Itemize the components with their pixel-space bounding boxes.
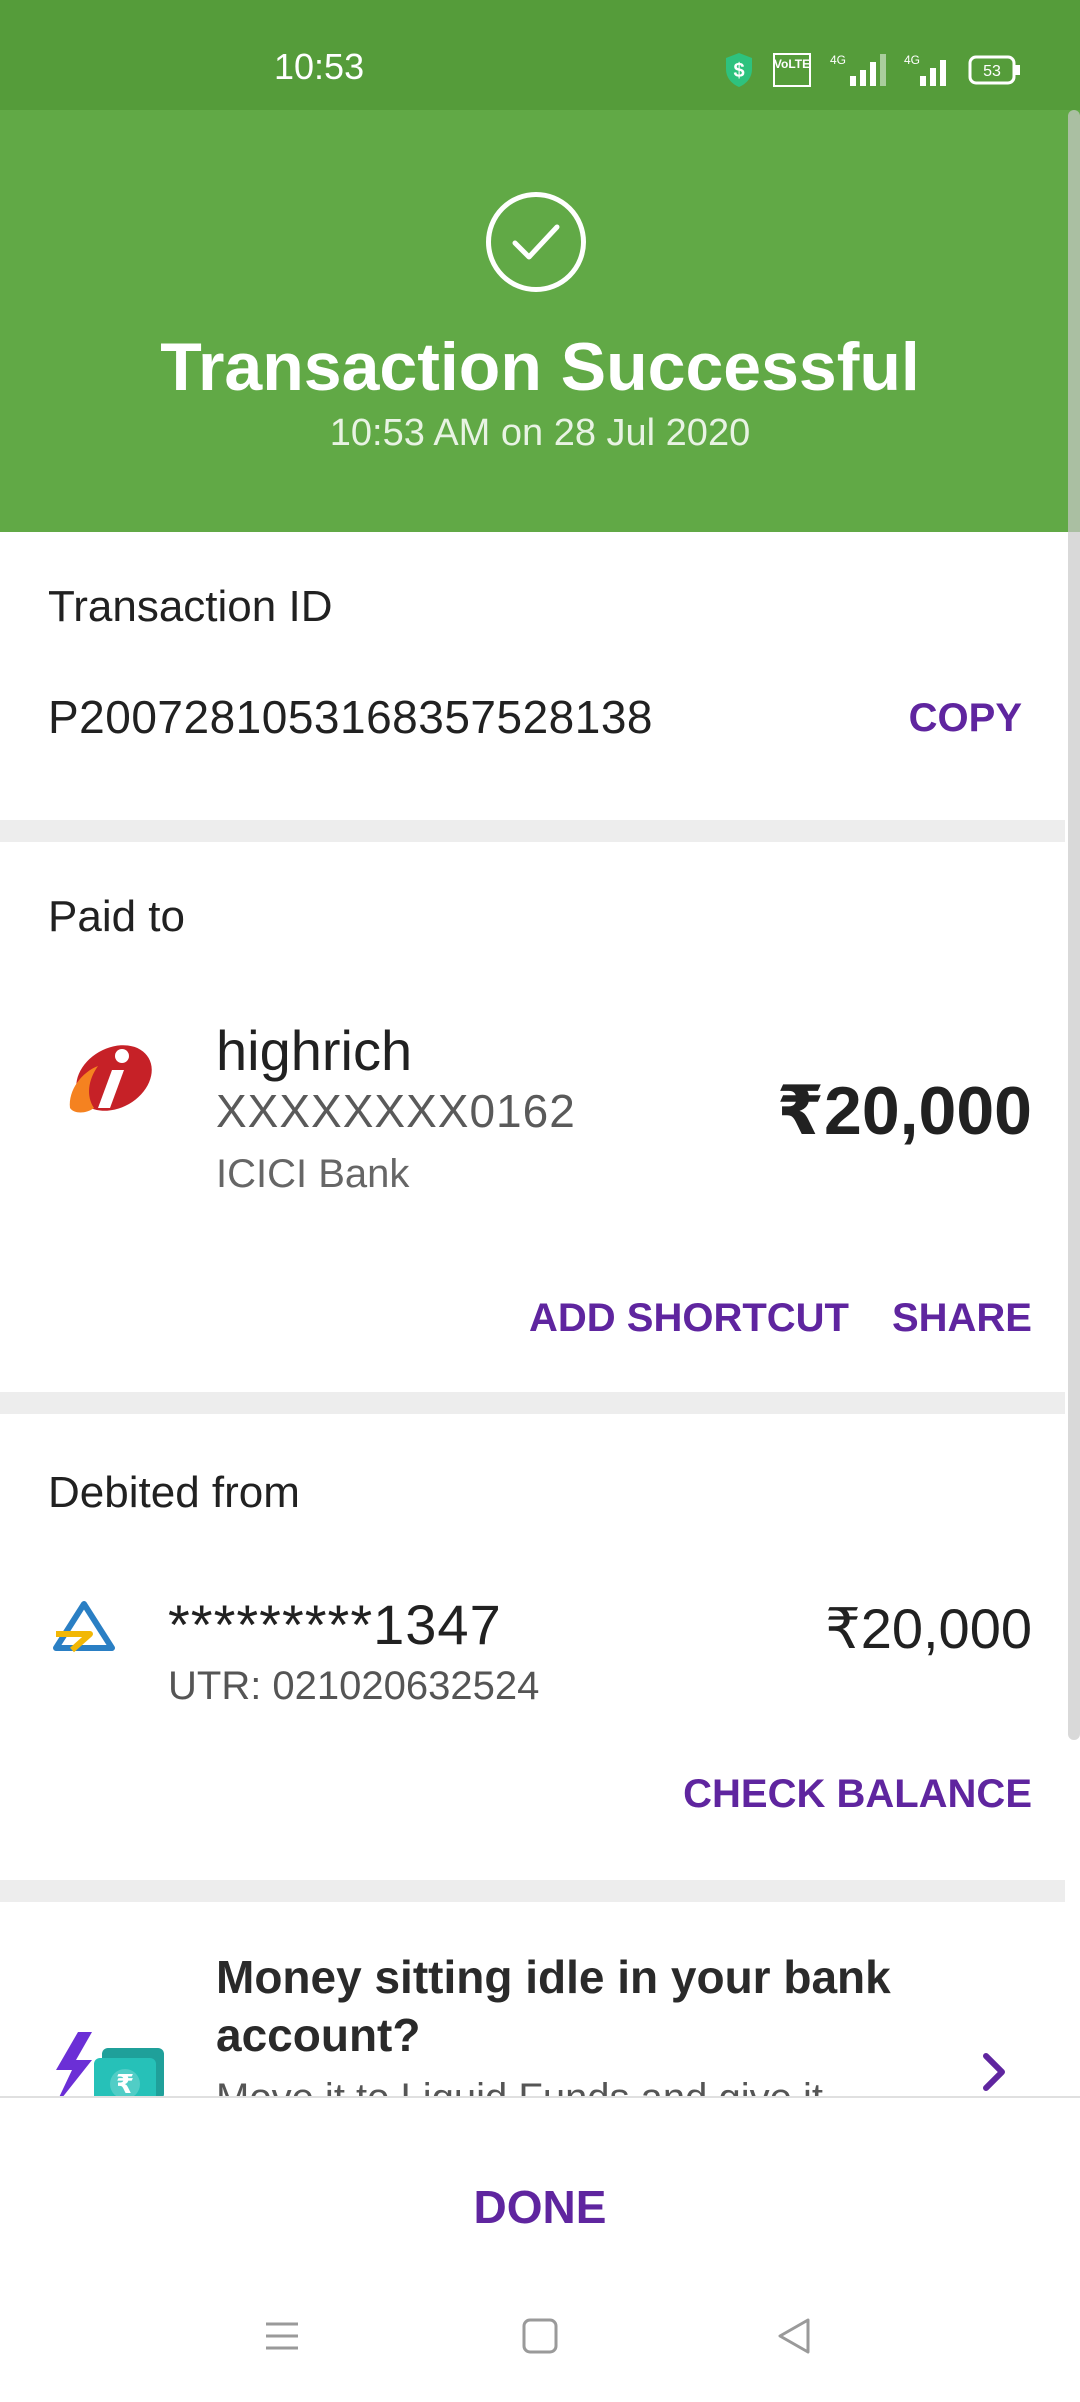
add-shortcut-button[interactable]: ADD SHORTCUT xyxy=(529,1296,849,1341)
icici-logo xyxy=(69,1045,152,1113)
paid-amount: ₹20,000 xyxy=(776,1073,1032,1149)
copy-button[interactable]: COPY xyxy=(909,696,1022,741)
svg-text:53: 53 xyxy=(983,63,1001,80)
svg-text:4G: 4G xyxy=(830,53,846,67)
check-balance-button[interactable]: CHECK BALANCE xyxy=(683,1772,1032,1817)
page-title: Transaction Successful xyxy=(160,329,920,405)
menu-icon[interactable] xyxy=(262,2316,302,2356)
transaction-time: 10:53 AM on 28 Jul 2020 xyxy=(329,412,751,454)
section-divider xyxy=(0,1392,1065,1414)
debit-amount: ₹20,000 xyxy=(825,1597,1032,1660)
payee-account: XXXXXXXX0162 xyxy=(216,1085,576,1137)
transaction-id-value: P2007281053168357528138 xyxy=(48,691,654,743)
shield-icon: $ xyxy=(726,53,752,87)
status-icons: $ VoLTE 4G 4G 53 xyxy=(724,50,1022,90)
payee-name: highrich xyxy=(216,1019,413,1082)
back-icon[interactable] xyxy=(774,2316,814,2356)
payee-bank: ICICI Bank xyxy=(216,1152,410,1196)
check-icon xyxy=(486,192,586,292)
svg-text:4G: 4G xyxy=(904,53,920,67)
bottom-bar: DONE xyxy=(0,2096,1080,2402)
battery-icon: 53 xyxy=(968,55,1020,85)
transaction-id-label: Transaction ID xyxy=(48,582,333,631)
section-divider xyxy=(0,1880,1065,1902)
promo-title: Money sitting idle in your bank account? xyxy=(216,1951,891,2061)
volte-icon: VoLTE xyxy=(773,53,811,87)
debit-account: *********1347 xyxy=(168,1593,502,1656)
home-icon[interactable] xyxy=(520,2316,560,2356)
success-header: Transaction Successful 10:53 AM on 28 Ju… xyxy=(0,110,1080,532)
debited-from-label: Debited from xyxy=(48,1468,300,1517)
system-nav-bar xyxy=(0,2316,1080,2376)
status-bar: 10:53 $ VoLTE 4G 4G 53 xyxy=(0,0,1080,110)
section-divider xyxy=(0,820,1065,842)
status-time: 10:53 xyxy=(274,46,365,87)
share-button[interactable]: SHARE xyxy=(892,1296,1032,1341)
signal-1-icon: 4G xyxy=(830,53,886,86)
svg-text:$: $ xyxy=(733,60,744,82)
scrollbar[interactable] xyxy=(1068,110,1080,1740)
sbi-logo xyxy=(53,1601,115,1653)
transaction-id-section xyxy=(0,532,1065,820)
chevron-right-icon[interactable] xyxy=(976,2052,1012,2092)
done-button[interactable]: DONE xyxy=(0,2180,1080,2234)
svg-text:VoLTE: VoLTE xyxy=(774,57,810,71)
debit-utr: UTR: 021020632524 xyxy=(168,1664,540,1708)
paid-to-label: Paid to xyxy=(48,892,185,941)
signal-2-icon: 4G xyxy=(904,53,946,86)
